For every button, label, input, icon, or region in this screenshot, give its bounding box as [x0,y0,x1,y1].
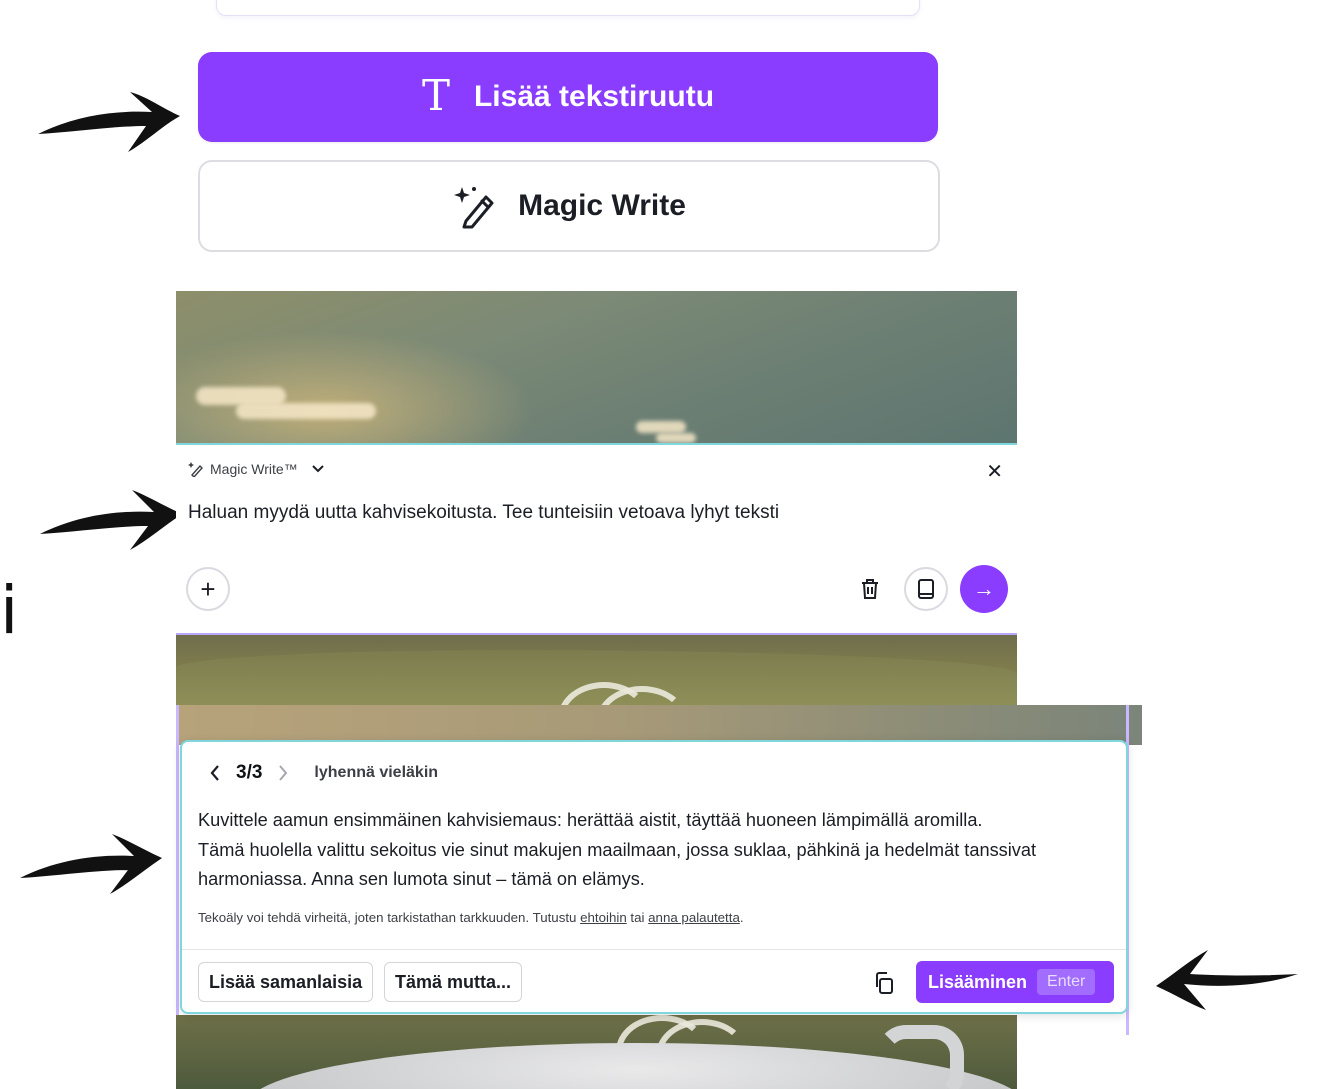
insert-label: Lisääminen [928,971,1028,992]
trash-icon[interactable] [858,577,882,601]
chevron-right-icon[interactable] [276,763,290,783]
close-icon[interactable]: ✕ [986,459,1003,484]
copy-icon[interactable] [872,971,896,995]
magic-write-prompt-panel: Magic Write™ ✕ Haluan myydä uutta kahvis… [176,443,1017,635]
partial-letter: i [0,572,19,649]
chevron-down-icon [311,465,324,473]
text-t-icon: T [421,71,450,120]
magic-write-menu[interactable]: Magic Write™ [188,461,326,477]
add-text-box-button[interactable]: T Lisää tekstiruutu [198,52,938,142]
plus-icon: + [200,573,216,604]
magic-pen-icon [454,187,494,229]
feedback-link[interactable]: anna palautetta [648,910,740,925]
send-button[interactable]: → [960,565,1008,613]
background-photo-strip [176,705,1142,745]
generated-text-line-2: Tämä huolella valittu sekoitus vie sinut… [198,839,1037,860]
generated-text-line-3: harmoniassa. Anna sen lumota sinut – täm… [198,869,645,889]
page-indicator: 3/3 [236,762,263,783]
annotation-arrow-4 [1156,950,1298,1010]
background-photo-cup [176,1015,1017,1089]
disclaimer-mid: tai [626,910,649,925]
ai-disclaimer: Tekoäly voi tehdä virheitä, joten tarkis… [198,910,744,925]
magic-write-header-label: Magic Write™ [210,461,298,477]
add-button[interactable]: + [186,567,230,611]
disclaimer-suffix: . [739,910,744,925]
magic-pen-small-icon [188,462,203,477]
background-photo-sky [176,291,1017,444]
result-pager: 3/3 lyhennä vieläkin [208,762,438,784]
variant-label: lyhennä vieläkin [314,764,439,781]
insert-button[interactable]: Lisääminen Enter [916,961,1114,1003]
annotation-arrow-3 [20,834,162,894]
add-text-box-label: Lisää tekstiruutu [473,80,715,113]
generated-text: Kuvittele aamun ensimmäinen kahvisiemaus… [198,806,1118,895]
top-field-edge [216,0,920,16]
terms-link[interactable]: ehtoihin [580,910,627,925]
chevron-left-icon[interactable] [208,763,222,783]
annotation-arrow-1 [38,92,180,152]
prompt-input[interactable]: Haluan myydä uutta kahvisekoitusta. Tee … [188,502,779,524]
magic-write-label: Magic Write [518,189,686,222]
book-icon [918,579,934,599]
magic-write-result-card: 3/3 lyhennä vieläkin Kuvittele aamun ens… [180,740,1128,1014]
magic-write-button[interactable]: Magic Write [198,160,940,252]
this-but-button[interactable]: Tämä mutta... [384,962,523,1002]
background-photo-hills [176,632,1017,708]
generated-text-line-1: Kuvittele aamun ensimmäinen kahvisiemaus… [198,810,983,830]
enter-shortcut-badge: Enter [1037,969,1096,995]
divider [182,949,1126,950]
disclaimer-prefix: Tekoäly voi tehdä virheitä, joten tarkis… [198,910,581,925]
annotation-arrow-2 [40,490,182,550]
book-button[interactable] [904,567,948,611]
more-like-this-button[interactable]: Lisää samanlaisia [198,962,374,1002]
arrow-right-icon: → [973,576,995,601]
